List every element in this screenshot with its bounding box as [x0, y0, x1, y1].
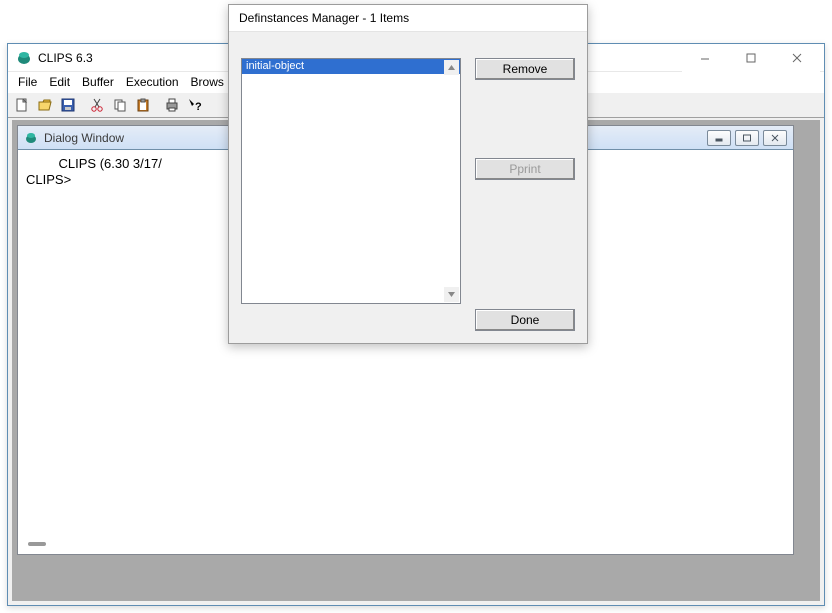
dialog-icon [24, 131, 38, 145]
mgr-title: Definstances Manager - 1 Items [239, 11, 409, 25]
app-icon [16, 50, 32, 66]
output-prompt: CLIPS> [26, 172, 71, 187]
menu-browse[interactable]: Brows [185, 72, 230, 92]
remove-button[interactable]: Remove [475, 58, 575, 80]
print-icon[interactable] [160, 94, 183, 116]
definstances-manager-dialog: Definstances Manager - 1 Items initial-o… [228, 4, 588, 344]
pprint-button[interactable]: Pprint [475, 158, 575, 180]
paste-icon[interactable] [131, 94, 154, 116]
output-line-1: CLIPS (6.30 3/17/ [26, 156, 162, 171]
context-help-icon[interactable]: ? [183, 94, 206, 116]
mdi-minimize-button[interactable] [707, 130, 731, 146]
menu-edit[interactable]: Edit [43, 72, 76, 92]
mgr-button-column: Remove Pprint [475, 58, 575, 180]
menu-file[interactable]: File [12, 72, 43, 92]
close-button[interactable] [774, 44, 820, 72]
mgr-titlebar[interactable]: Definstances Manager - 1 Items [229, 5, 587, 32]
window-controls [682, 44, 820, 72]
mgr-body: initial-object Remove Pprint Done [229, 32, 587, 343]
open-icon[interactable] [33, 94, 56, 116]
mdi-maximize-button[interactable] [735, 130, 759, 146]
scroll-down-button[interactable] [444, 287, 459, 302]
mgr-listbox[interactable]: initial-object [241, 58, 461, 304]
copy-icon[interactable] [108, 94, 131, 116]
mdi-controls [707, 130, 787, 146]
save-icon[interactable] [56, 94, 79, 116]
menu-execution[interactable]: Execution [120, 72, 185, 92]
new-icon[interactable] [10, 94, 33, 116]
menu-buffer[interactable]: Buffer [76, 72, 120, 92]
maximize-button[interactable] [728, 44, 774, 72]
cut-icon[interactable] [85, 94, 108, 116]
resize-grip[interactable] [28, 542, 46, 546]
svg-text:?: ? [195, 101, 202, 113]
done-button[interactable]: Done [475, 309, 575, 331]
minimize-button[interactable] [682, 44, 728, 72]
list-item[interactable]: initial-object [242, 59, 460, 74]
scroll-up-button[interactable] [444, 60, 459, 75]
mdi-close-button[interactable] [763, 130, 787, 146]
